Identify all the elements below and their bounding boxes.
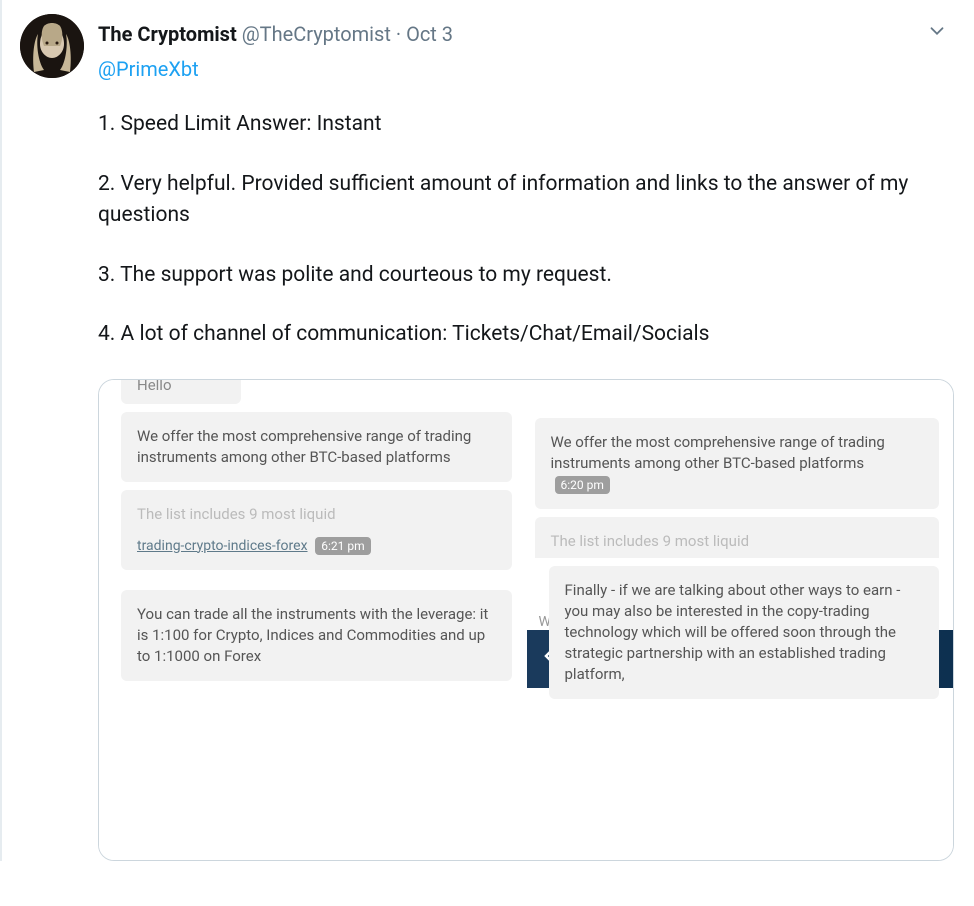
author-handle: @TheCryptomist — [242, 22, 391, 46]
tweet-line-4: 4. A lot of channel of communication: Ti… — [98, 319, 954, 351]
avatar[interactable] — [20, 14, 84, 78]
chat-time-pill: 6:20 pm — [555, 476, 610, 495]
chat-bubble-right-3: Finally - if we are talking about other … — [549, 566, 940, 699]
chat-link[interactable]: trading-crypto-indices-forex — [137, 538, 308, 554]
tweet-media[interactable]: Hello We offer the most comprehensive ra… — [98, 379, 954, 861]
chat-bubble-left-1: We offer the most comprehensive range of… — [121, 412, 512, 482]
mention-link[interactable]: @PrimeXbt — [98, 55, 954, 83]
tweet-line-2: 2. Very helpful. Provided sufficient amo… — [98, 169, 954, 232]
tweet-identity[interactable]: The Cryptomist @TheCryptomist · Oct 3 — [98, 22, 453, 46]
author-name: The Cryptomist — [98, 22, 237, 46]
tweet-line-3: 3. The support was polite and courteous … — [98, 260, 954, 292]
more-options-button[interactable] — [920, 14, 954, 53]
tweet-header: The Cryptomist @TheCryptomist · Oct 3 — [98, 14, 954, 53]
tweet-date: Oct 3 — [406, 22, 453, 46]
chat-bubble-hello: Hello — [121, 380, 241, 404]
chat-bubble-left-2-top: The list includes 9 most liquid — [121, 490, 512, 531]
chat-bubble-right-2: The list includes 9 most liquid — [535, 517, 940, 558]
chat-pane-left: Hello We offer the most comprehensive ra… — [99, 380, 527, 860]
chat-bubble-left-3: You can trade all the instruments with t… — [121, 590, 512, 681]
chat-bubble-right-1: We offer the most comprehensive range of… — [535, 418, 940, 509]
chat-text: We offer the most comprehensive range of… — [551, 433, 885, 472]
chevron-down-icon — [926, 20, 948, 42]
chat-time-pill: 6:21 pm — [315, 537, 370, 556]
tweet-body: The Cryptomist @TheCryptomist · Oct 3 @P… — [98, 14, 954, 861]
chat-lower-area: Finally - if we are talking about other … — [527, 566, 954, 699]
separator: · — [396, 22, 406, 46]
tweet-container: The Cryptomist @TheCryptomist · Oct 3 @P… — [0, 0, 974, 861]
chat-bubble-left-2-bottom: trading-crypto-indices-forex 6:21 pm — [121, 531, 512, 571]
avatar-image — [20, 14, 84, 78]
thread-line — [0, 0, 2, 861]
chat-prefix-text: The list includes 9 most liquid — [551, 532, 750, 550]
chat-pane-right: We offer the most comprehensive range of… — [527, 380, 954, 860]
tweet-text: 1. Speed Limit Answer: Instant 2. Very h… — [98, 109, 954, 351]
chat-prefix-text: The list includes 9 most liquid — [137, 504, 496, 525]
tweet-line-1: 1. Speed Limit Answer: Instant — [98, 109, 954, 141]
